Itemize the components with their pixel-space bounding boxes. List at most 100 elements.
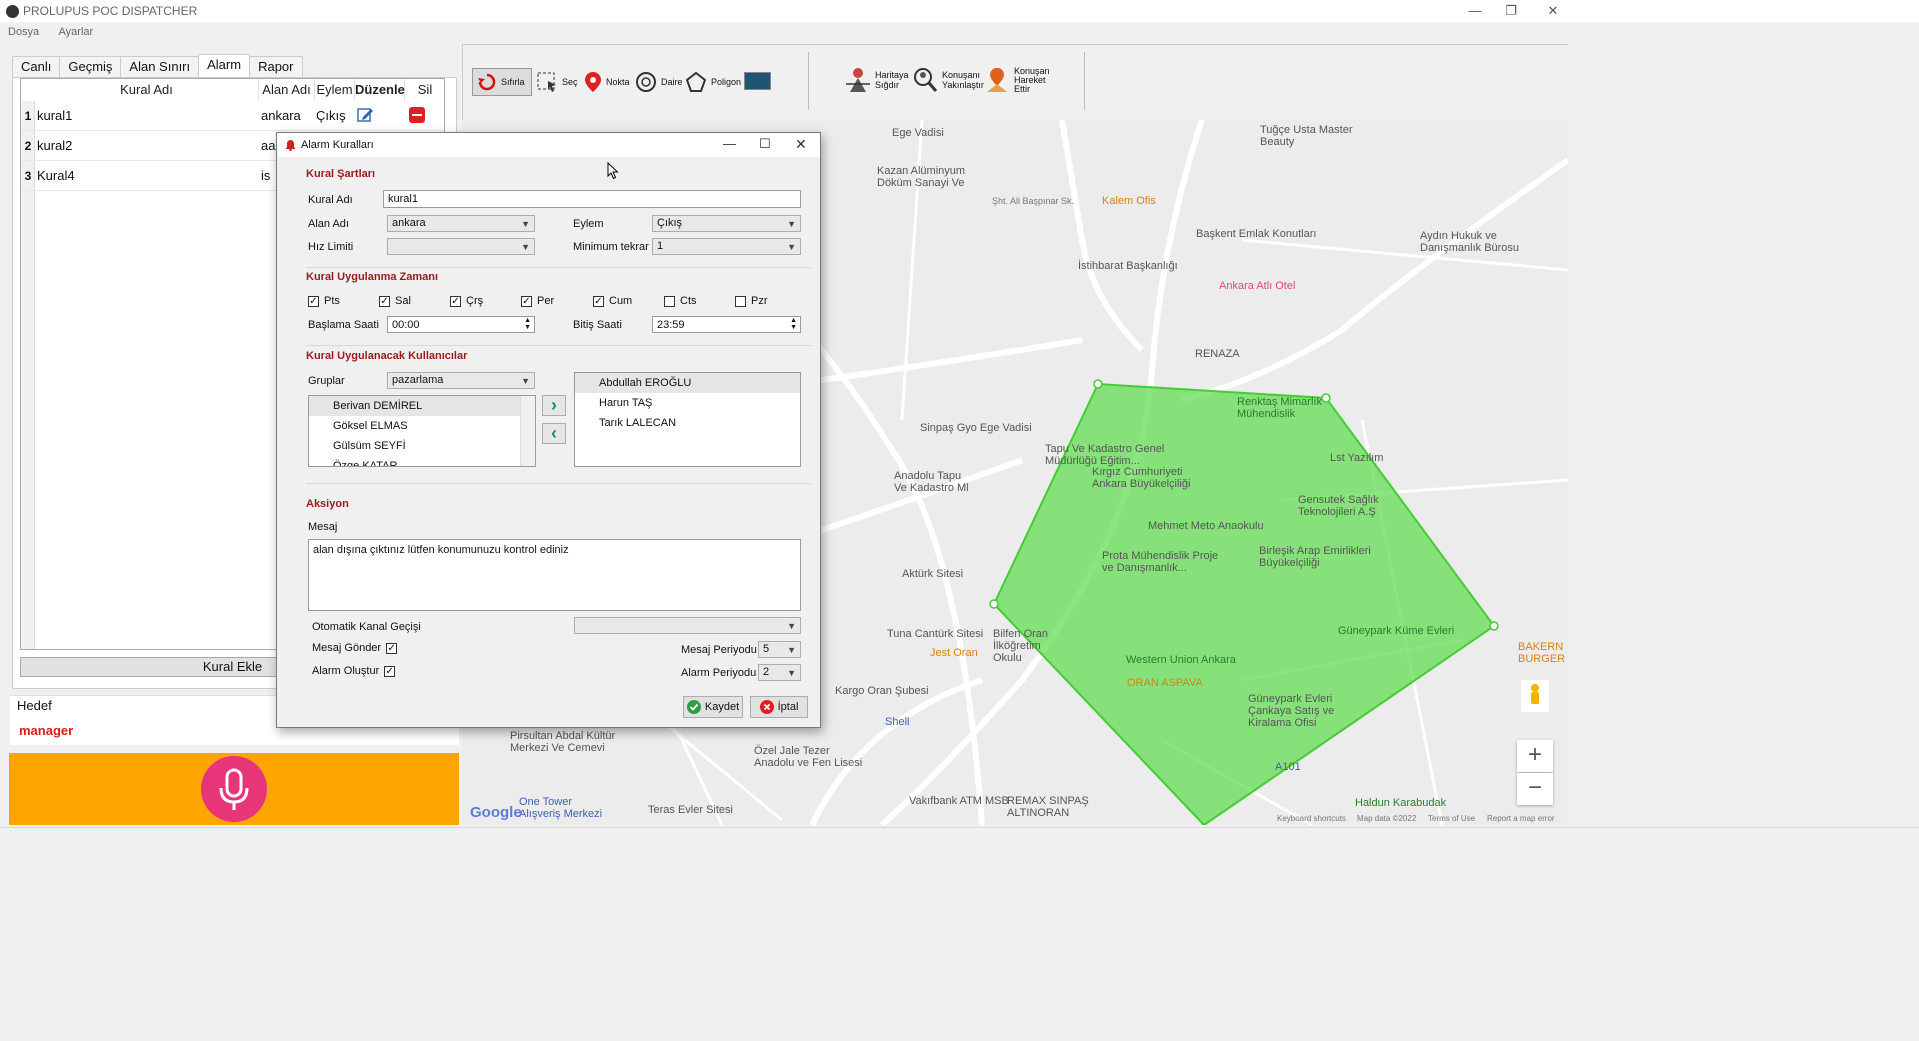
push-to-talk-button[interactable] — [201, 756, 267, 822]
groups-select[interactable]: pazarlama ▼ — [387, 372, 535, 389]
select-label: Seç — [562, 77, 578, 87]
app-logo-icon — [6, 5, 19, 18]
tab-rapor[interactable]: Rapor — [249, 56, 303, 77]
list-scrollbar[interactable] — [520, 396, 535, 466]
create-alarm-checkbox[interactable]: Alarm Oluştur ✓ — [312, 665, 396, 677]
map-label: RENAZA — [1195, 348, 1240, 360]
column-header-eylem[interactable]: Eylem — [315, 79, 355, 101]
alarm-period-select[interactable]: 2 ▼ — [758, 664, 801, 681]
day-checkbox-cum[interactable]: ✓ Cum — [593, 295, 632, 307]
microphone-icon — [219, 768, 249, 810]
spinner-icon[interactable]: ▲ ▼ — [524, 317, 531, 331]
delete-icon[interactable] — [409, 107, 425, 123]
tab-gecmis[interactable]: Geçmiş — [59, 56, 122, 77]
dialog-maximize-button[interactable]: ☐ — [759, 136, 771, 152]
day-label: Sal — [395, 295, 411, 307]
map-data-credit: Map data ©2022 — [1357, 814, 1417, 823]
list-item[interactable]: Göksel ELMAS — [309, 416, 535, 436]
add-user-button[interactable]: › — [542, 395, 566, 416]
min-repeat-select[interactable]: 1 ▼ — [652, 238, 801, 255]
end-time-input[interactable]: 23:59 ▲ ▼ — [652, 316, 801, 333]
zoom-out-button[interactable]: − — [1517, 773, 1553, 805]
row-number: 3 — [24, 169, 32, 183]
zoom-speaker-label: Konuşanı Yakınlaştır — [942, 70, 984, 90]
follow-speaker-button[interactable]: Konuşan Hareket Ettir — [984, 66, 1050, 94]
cancel-button[interactable]: İptal — [750, 696, 808, 718]
checkbox-checked-icon: ✓ — [450, 295, 461, 307]
start-time-input[interactable]: 00:00 ▲ ▼ — [387, 316, 535, 333]
zoom-in-button[interactable]: + — [1517, 740, 1553, 772]
spinner-icon[interactable]: ▲ ▼ — [790, 317, 797, 331]
select-button[interactable]: Seç — [536, 68, 578, 96]
day-checkbox-sal[interactable]: ✓ Sal — [379, 295, 411, 307]
send-message-checkbox[interactable]: Mesaj Gönder ✓ — [312, 642, 398, 654]
list-item[interactable]: Abdullah EROĞLU — [575, 373, 800, 393]
action-select[interactable]: Çıkış ▼ — [652, 215, 801, 232]
map-label: Şht. Ali Başpınar Sk. — [992, 196, 1075, 206]
circle-button[interactable]: Daire — [635, 68, 683, 96]
column-header-duzenle[interactable]: Düzenle — [355, 79, 405, 101]
point-button[interactable]: Nokta — [584, 68, 630, 96]
menu-dosya[interactable]: Dosya — [8, 26, 39, 38]
fit-map-label: Haritaya Sığdır — [875, 70, 909, 90]
tab-canli[interactable]: Canlı — [12, 56, 61, 77]
min-repeat-label: Minimum tekrar — [573, 241, 649, 253]
day-checkbox-cts[interactable]: Cts — [664, 295, 697, 307]
zoom-speaker-button[interactable]: Konuşanı Yakınlaştır — [912, 66, 984, 94]
polygon-button[interactable]: Poligon — [685, 68, 741, 96]
list-item[interactable]: Harun TAŞ — [575, 393, 800, 413]
list-item[interactable]: Gülsüm SEYFİ — [309, 436, 535, 456]
reset-button[interactable]: Sıfırla — [472, 68, 532, 96]
map-label: Sinpaş Gyo Ege Vadisi — [920, 422, 1032, 434]
speed-limit-select[interactable]: ▼ — [387, 238, 535, 255]
target-label: Hedef — [17, 698, 52, 713]
list-item[interactable]: Özge KATAR — [309, 456, 535, 466]
tab-alarm[interactable]: Alarm — [198, 54, 251, 77]
arrow-right-icon: › — [551, 395, 557, 415]
remove-user-button[interactable]: ‹ — [542, 423, 566, 444]
checkbox-checked-icon: ✓ — [386, 642, 398, 654]
list-item[interactable]: Tarık LALECAN — [575, 413, 800, 433]
action-label: Eylem — [573, 218, 604, 230]
map-keyboard-shortcuts[interactable]: Keyboard shortcuts — [1277, 814, 1346, 823]
maximize-button[interactable]: ❐ — [1488, 2, 1534, 22]
message-textarea[interactable]: alan dışına çıktınız lütfen konumunuzu k… — [308, 539, 801, 611]
speed-limit-label: Hız Limiti — [308, 241, 354, 253]
checkbox-unchecked-icon — [735, 295, 746, 307]
mouse-cursor-icon — [607, 162, 619, 180]
fit-map-button[interactable]: Haritaya Sığdır — [845, 66, 909, 94]
tab-alan-siniri[interactable]: Alan Sınırı — [120, 56, 200, 77]
dialog-close-button[interactable]: ✕ — [795, 136, 807, 153]
start-time-label: Başlama Saati — [308, 319, 379, 331]
zoom-person-icon — [914, 68, 938, 92]
map-terms[interactable]: Terms of Use — [1428, 814, 1475, 823]
day-checkbox-pzr[interactable]: Pzr — [735, 295, 768, 307]
dialog-minimize-button[interactable]: — — [723, 136, 736, 151]
area-select[interactable]: ankara ▼ — [387, 215, 535, 232]
rule-name-input[interactable]: kural1 — [383, 190, 801, 208]
available-users-list[interactable]: Berivan DEMİREL Göksel ELMAS Gülsüm SEYF… — [308, 395, 536, 467]
column-header-kural-adi[interactable]: Kural Adı — [35, 79, 259, 101]
day-checkbox-crs[interactable]: ✓ Çrş — [450, 295, 483, 307]
map-label: Tuğçe Usta Master Beauty — [1260, 124, 1353, 148]
day-checkbox-pts[interactable]: ✓ Pts — [308, 295, 340, 307]
list-item[interactable]: Berivan DEMİREL — [309, 396, 535, 416]
edit-icon[interactable] — [356, 106, 374, 124]
checkbox-checked-icon: ✓ — [379, 295, 390, 307]
selected-users-list[interactable]: Abdullah EROĞLU Harun TAŞ Tarık LALECAN — [574, 372, 801, 467]
column-header-sil[interactable]: Sil — [405, 79, 444, 101]
map-report-error[interactable]: Report a map error — [1487, 814, 1555, 823]
message-period-select[interactable]: 5 ▼ — [758, 641, 801, 658]
column-header-alan-adi[interactable]: Alan Adı — [259, 79, 315, 101]
street-view-pegman-icon[interactable] — [1521, 680, 1549, 712]
map-label: One Tower Alışveriş Merkezi — [519, 796, 603, 820]
table-row[interactable]: 1 kural1 ankara Çıkış — [21, 101, 444, 131]
menu-ayarlar[interactable]: Ayarlar — [59, 26, 94, 38]
map-label: Kırgız Cumhuriyeti Ankara Büyükelçiliği — [1092, 466, 1191, 490]
day-checkbox-per[interactable]: ✓ Per — [521, 295, 554, 307]
save-button[interactable]: Kaydet — [683, 696, 743, 718]
close-button[interactable]: ✕ — [1530, 2, 1576, 22]
auto-channel-select[interactable]: ▼ — [574, 617, 801, 634]
color-picker-swatch[interactable] — [744, 72, 771, 90]
circle-icon — [636, 72, 656, 92]
